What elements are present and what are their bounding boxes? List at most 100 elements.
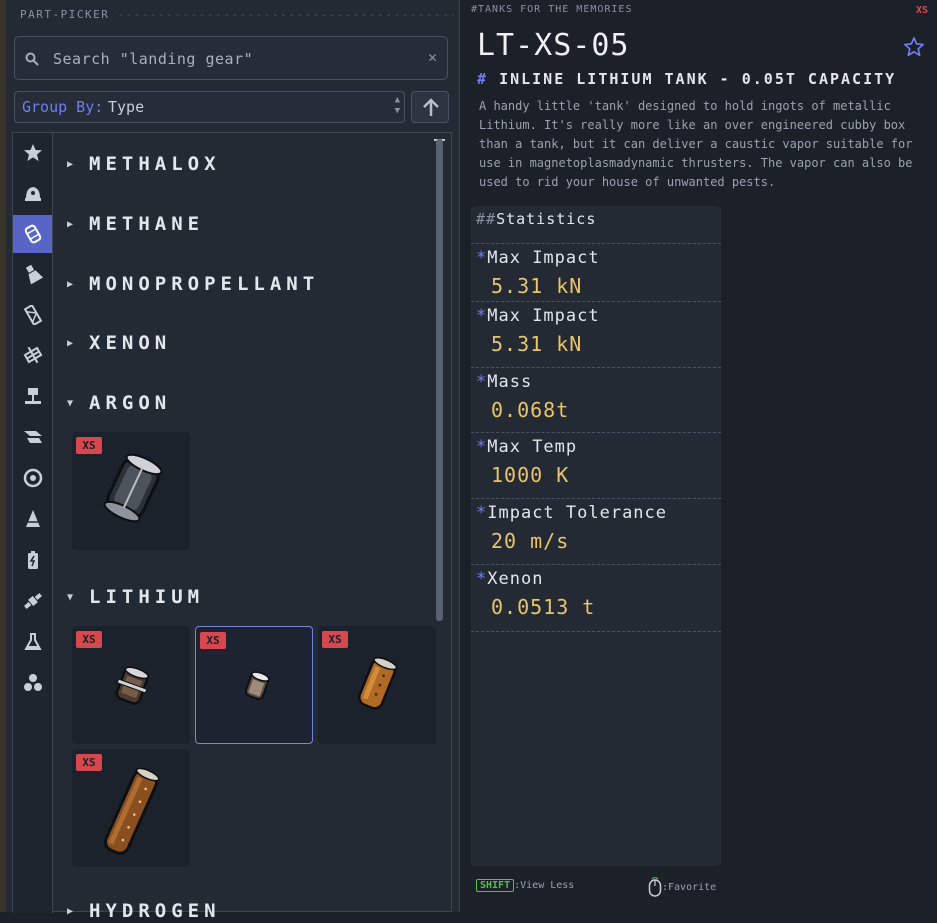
- group-xenon[interactable]: ▶ XENON: [67, 331, 171, 355]
- stat-label: Max Temp: [487, 437, 578, 457]
- argon-tank-icon: [103, 453, 163, 523]
- group-methalox[interactable]: ▶ METHALOX: [67, 152, 221, 176]
- part-description: A handy little 'tank' designed to hold i…: [479, 99, 913, 189]
- group-label: LITHIUM: [89, 586, 205, 608]
- category-wheel-button[interactable]: [13, 459, 52, 497]
- stat-name: *Xenon: [476, 569, 543, 589]
- mouse-hint: :Favorite: [648, 876, 717, 897]
- category-landing-gear-button[interactable]: [13, 377, 52, 415]
- stat-marker: *: [476, 503, 488, 523]
- shift-key-badge: SHIFT: [476, 879, 515, 892]
- stat-value: 5.31 kN: [491, 332, 583, 356]
- category-structural-button[interactable]: [13, 296, 52, 334]
- group-label: XENON: [89, 332, 172, 354]
- group-by-value: Type: [108, 98, 145, 116]
- category-sidebar: [13, 133, 53, 913]
- part-tile-lithium-xs-3[interactable]: XS: [318, 626, 436, 744]
- group-label: METHALOX: [89, 153, 221, 175]
- stat-value: 1000 K: [491, 463, 570, 487]
- stat-marker: *: [476, 437, 488, 457]
- shift-action-label: :View Less: [514, 880, 575, 891]
- category-resource-button[interactable]: [13, 664, 52, 702]
- category-capsule-button[interactable]: [13, 174, 52, 212]
- picker-header: PART-PICKER ----------------------------…: [20, 8, 454, 21]
- expanded-arrow-icon: ▼: [67, 591, 74, 603]
- part-tile-lithium-xs-1[interactable]: XS: [72, 626, 190, 744]
- group-label: HYDROGEN: [89, 900, 221, 922]
- category-satellite-button[interactable]: [13, 582, 52, 620]
- stat-row: *Max Impact 5.31 kN: [471, 301, 721, 367]
- lithium-tank-long-icon: [103, 767, 160, 855]
- statistics-title: ##Statistics: [476, 210, 596, 228]
- shift-hint: SHIFT:View Less: [476, 879, 574, 892]
- part-tile-lithium-xs-2-selected[interactable]: XS: [195, 626, 313, 744]
- category-battery-button[interactable]: [13, 541, 52, 579]
- expanded-arrow-icon: ▼: [67, 397, 74, 409]
- group-label: MONOPROPELLANT: [89, 273, 320, 295]
- search-input[interactable]: [51, 45, 415, 73]
- stat-value: 0.068t: [491, 398, 570, 422]
- part-name-text: INLINE LITHIUM TANK - 0.05T CAPACITY: [499, 70, 897, 88]
- capsule-icon: [24, 187, 41, 201]
- detail-header: #TANKS FOR THE MEMORIES: [471, 4, 633, 15]
- category-engine-button[interactable]: [13, 255, 52, 293]
- group-lithium[interactable]: ▼ LITHIUM: [67, 585, 204, 609]
- mouse-action-label: :Favorite: [662, 882, 717, 893]
- group-argon[interactable]: ▼ ARGON: [67, 391, 171, 415]
- fuel-tank-icon: [24, 224, 41, 244]
- category-fuel-tank-button[interactable]: [13, 215, 52, 253]
- stat-name: *Mass: [476, 372, 532, 392]
- size-badge: XS: [200, 632, 226, 649]
- stat-value: 0.0513 t: [491, 595, 596, 619]
- parts-list: ▶ METHALOX ▶ METHANE ▶ MONOPROPELLANT ▶ …: [12, 132, 452, 922]
- arrow-up-icon: [423, 98, 439, 116]
- wing-icon: [23, 431, 42, 443]
- stat-name: *Max Impact: [476, 306, 600, 326]
- part-id-title: LT-XS-05: [477, 28, 630, 63]
- sort-direction-button[interactable]: [411, 91, 449, 123]
- part-name: # INLINE LITHIUM TANK - 0.05T CAPACITY: [477, 70, 896, 88]
- group-methane[interactable]: ▶ METHANE: [67, 212, 204, 236]
- category-coupling-button[interactable]: [13, 336, 52, 374]
- group-monopropellant[interactable]: ▶ MONOPROPELLANT: [67, 272, 319, 296]
- scrollbar-thumb[interactable]: [436, 139, 443, 621]
- picker-title: PART-PICKER: [20, 8, 110, 21]
- part-tile-argon-xs[interactable]: XS: [72, 432, 190, 550]
- category-wing-button[interactable]: [13, 418, 52, 456]
- stat-label: Mass: [487, 372, 533, 392]
- group-by-select[interactable]: Group By: Type ▲ ▼: [14, 91, 405, 123]
- resource-icon: [23, 674, 42, 691]
- part-tile-lithium-xs-4[interactable]: XS: [72, 749, 190, 867]
- size-badge: XS: [76, 631, 102, 648]
- mouse-icon: [648, 876, 662, 897]
- wheel-icon: [23, 468, 42, 488]
- search-icon: [25, 51, 39, 70]
- category-star-button[interactable]: [13, 134, 52, 172]
- stat-row: *Max Temp 1000 K: [471, 432, 721, 498]
- statistics-panel: ##Statistics *Max Impact 5.31 kN *Max Im…: [471, 206, 721, 866]
- group-hydrogen[interactable]: ▶ HYDROGEN: [67, 899, 221, 923]
- stat-name: *Max Temp: [476, 437, 577, 457]
- collapsed-arrow-icon: ▶: [67, 218, 74, 230]
- stat-row: *Xenon 0.0513 t: [471, 564, 721, 632]
- clear-search-icon[interactable]: ✕: [428, 48, 437, 66]
- stat-row: *Mass 0.068t: [471, 367, 721, 433]
- detail-size-badge: XS: [916, 5, 929, 16]
- stat-label: Xenon: [487, 569, 544, 589]
- engine-icon: [25, 264, 43, 284]
- search-box[interactable]: ✕: [14, 36, 448, 80]
- stat-value: 20 m/s: [491, 529, 570, 553]
- stat-name: *Max Impact: [476, 248, 600, 268]
- stat-value: 5.31 kN: [491, 274, 583, 298]
- stat-row: *Impact Tolerance 20 m/s: [471, 498, 721, 564]
- favorite-star-icon[interactable]: [903, 36, 925, 58]
- category-science-flask-button[interactable]: [13, 623, 52, 661]
- science-flask-icon: [23, 633, 42, 650]
- stat-marker: *: [476, 569, 488, 589]
- size-badge: XS: [322, 631, 348, 648]
- lithium-tank-small-icon: [115, 666, 149, 705]
- stat-label: Max Impact: [487, 248, 600, 268]
- part-name-hash: #: [477, 70, 489, 88]
- stat-row: *Max Impact 5.31 kN: [471, 243, 721, 309]
- category-nosecone-button[interactable]: [13, 500, 52, 538]
